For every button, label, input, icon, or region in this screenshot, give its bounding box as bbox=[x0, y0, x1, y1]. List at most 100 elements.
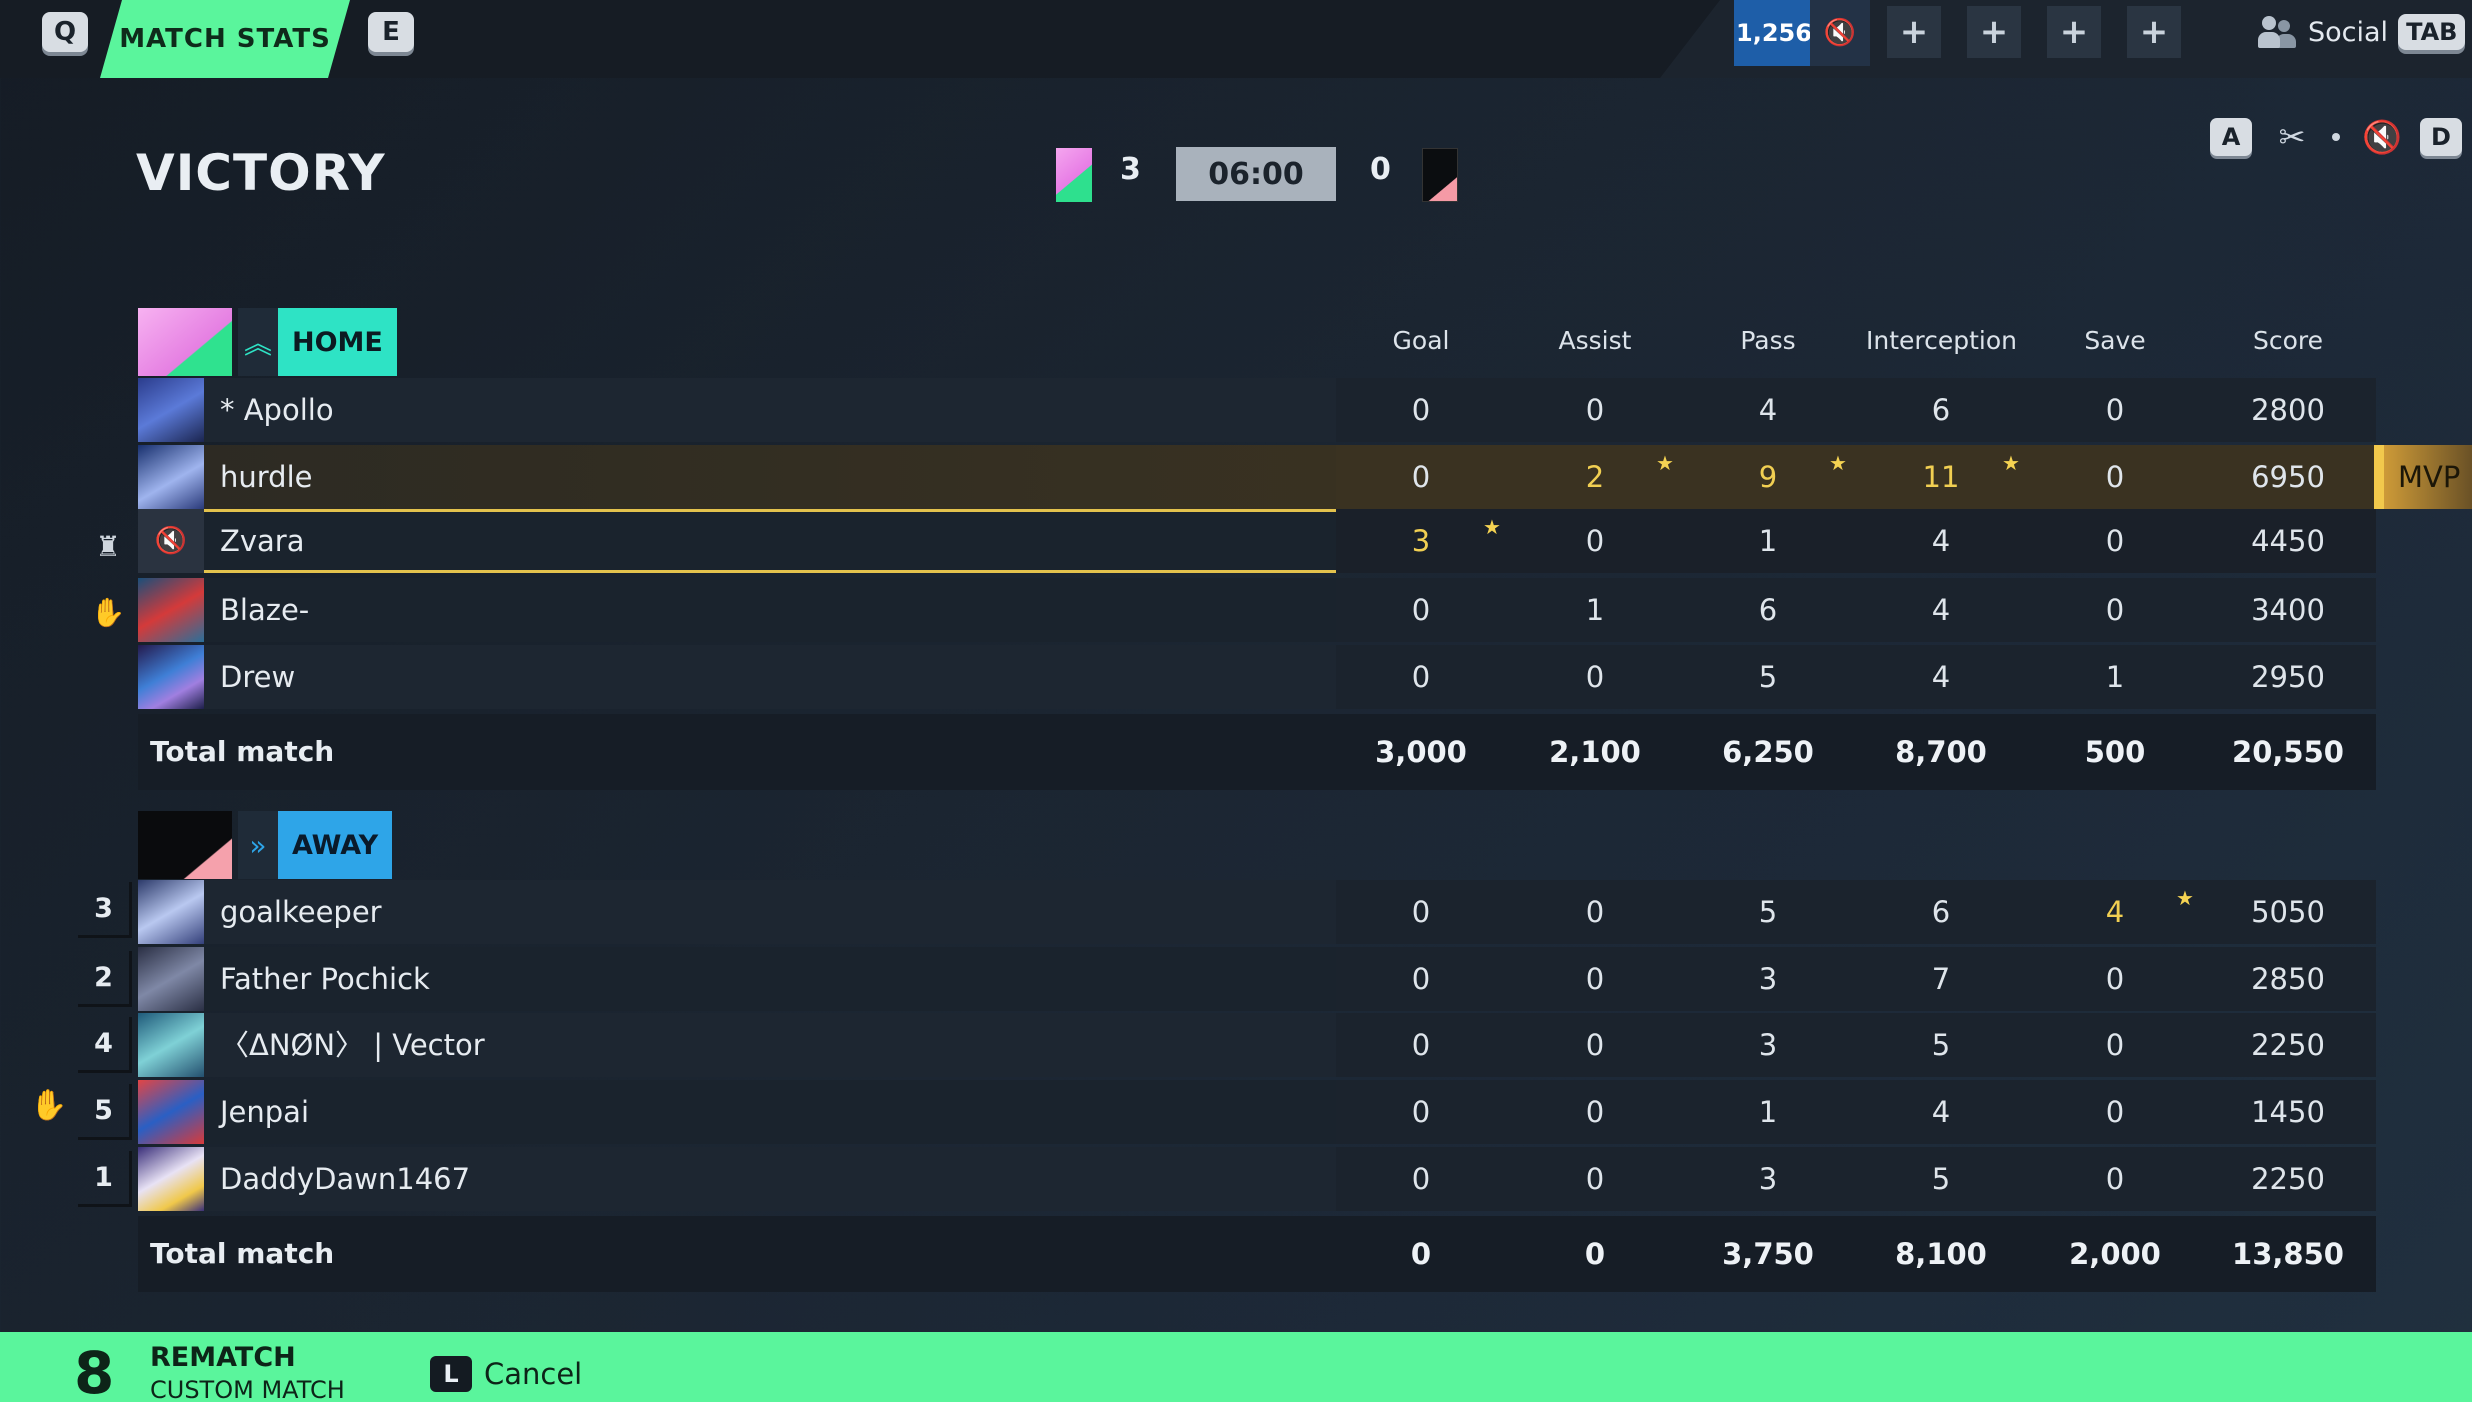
best-stat-star-icon: ★ bbox=[1656, 451, 1674, 475]
stat-score: 6950 bbox=[2251, 460, 2325, 494]
emote-icon: ✋ bbox=[90, 595, 126, 629]
stat-save: 0 bbox=[2105, 460, 2125, 494]
total-assist: 2,100 bbox=[1549, 735, 1641, 769]
table-row[interactable]: DaddyDawn1467 0 0 3 5 0 2250 bbox=[138, 1147, 2376, 1211]
total-save: 2,000 bbox=[2069, 1237, 2161, 1271]
tab-match-stats[interactable]: MATCH STATS bbox=[100, 0, 350, 78]
friends-icon bbox=[2258, 14, 2298, 50]
table-row[interactable]: * Apollo 0 0 4 6 0 2800 bbox=[138, 378, 2376, 442]
table-row-self[interactable]: 🔇 Zvara 3 ★ 0 1 4 0 4450 bbox=[138, 509, 2376, 573]
stat-score: 2800 bbox=[2251, 393, 2325, 427]
stat-pass: 5 bbox=[1758, 660, 1778, 694]
stat-save: 4 bbox=[2105, 895, 2125, 929]
best-stat-star-icon: ★ bbox=[1483, 515, 1501, 539]
emote-icon: ✋ bbox=[30, 1088, 68, 1123]
party-slot-1-button[interactable]: + bbox=[1887, 6, 1941, 58]
cancel-label: Cancel bbox=[484, 1357, 583, 1391]
party-slot-3-button[interactable]: + bbox=[2047, 6, 2101, 58]
stat-score: 2250 bbox=[2251, 1028, 2325, 1062]
away-team-header: » AWAY bbox=[138, 811, 393, 879]
next-control-key[interactable]: D bbox=[2420, 118, 2462, 156]
stat-interception: 4 bbox=[1931, 593, 1951, 627]
player-rank: 5 bbox=[78, 1084, 132, 1140]
stat-interception: 5 bbox=[1931, 1162, 1951, 1196]
home-score: 3 bbox=[1120, 152, 1141, 187]
mic-off-icon[interactable]: ✂ bbox=[2274, 118, 2310, 156]
best-stat-star-icon: ★ bbox=[2002, 451, 2020, 475]
total-assist: 0 bbox=[1584, 1237, 1606, 1271]
total-label: Total match bbox=[150, 1237, 335, 1270]
away-team-name: AWAY bbox=[278, 811, 393, 879]
home-team-name: HOME bbox=[278, 308, 397, 376]
stat-goal: 0 bbox=[1411, 660, 1431, 694]
currency-value: 1,256 bbox=[1736, 19, 1812, 47]
away-total-row: Total match 0 0 3,750 8,100 2,000 13,850 bbox=[138, 1216, 2376, 1292]
stat-interception: 4 bbox=[1931, 524, 1951, 558]
player-avatar bbox=[138, 947, 204, 1011]
player-name: 〈ΔNØN〉 | Vector bbox=[220, 1028, 485, 1062]
stat-pass: 6 bbox=[1758, 593, 1778, 627]
stat-save: 0 bbox=[2105, 393, 2125, 427]
table-row[interactable]: Jenpai 0 0 1 4 0 1450 bbox=[138, 1080, 2376, 1144]
stat-pass: 9 bbox=[1758, 460, 1778, 494]
stat-goal: 0 bbox=[1411, 1162, 1431, 1196]
stat-interception: 4 bbox=[1931, 660, 1951, 694]
away-chevron-icon: » bbox=[238, 811, 278, 879]
table-row[interactable]: 〈ΔNØN〉 | Vector 0 0 3 5 0 2250 bbox=[138, 1013, 2376, 1077]
total-score: 20,550 bbox=[2232, 735, 2344, 769]
social-button[interactable]: Social TAB bbox=[2258, 12, 2466, 52]
total-goal: 3,000 bbox=[1375, 735, 1467, 769]
separator-dot bbox=[2332, 133, 2340, 141]
column-save: Save bbox=[2084, 326, 2146, 355]
away-team-flag bbox=[1422, 148, 1458, 202]
table-row[interactable]: Drew 0 0 5 4 1 2950 bbox=[138, 645, 2376, 709]
player-avatar bbox=[138, 445, 204, 509]
player-name: Zvara bbox=[220, 524, 305, 558]
rematch-button[interactable]: REMATCH bbox=[150, 1342, 296, 1374]
stat-pass: 3 bbox=[1758, 962, 1778, 996]
player-avatar bbox=[138, 1013, 204, 1077]
player-name: Jenpai bbox=[220, 1095, 310, 1129]
column-interception: Interception bbox=[1866, 326, 2018, 355]
cancel-button[interactable]: L Cancel bbox=[430, 1356, 582, 1392]
best-stat-star-icon: ★ bbox=[1829, 451, 1847, 475]
bottom-action-bar bbox=[0, 1332, 2472, 1402]
stat-save: 0 bbox=[2105, 962, 2125, 996]
speaker-muted-icon[interactable]: 🔇 bbox=[2362, 118, 2402, 156]
home-team-header: ︽ HOME bbox=[138, 308, 397, 376]
player-avatar bbox=[138, 1147, 204, 1211]
next-tab-key[interactable]: E bbox=[368, 12, 414, 52]
stat-assist: 0 bbox=[1585, 524, 1605, 558]
total-save: 500 bbox=[2084, 735, 2146, 769]
home-total-row: Total match 3,000 2,100 6,250 8,700 500 … bbox=[138, 714, 2376, 790]
table-row[interactable]: goalkeeper 0 0 5 6 4 ★ 5050 bbox=[138, 880, 2376, 944]
stat-save: 0 bbox=[2105, 593, 2125, 627]
match-result-title: VICTORY bbox=[136, 144, 386, 202]
stat-interception: 11 bbox=[1922, 460, 1960, 494]
player-name: Drew bbox=[220, 660, 296, 694]
prev-tab-key[interactable]: Q bbox=[42, 12, 88, 52]
party-slot-2-button[interactable]: + bbox=[1967, 6, 2021, 58]
match-timer: 06:00 bbox=[1176, 147, 1336, 201]
stat-assist: 0 bbox=[1585, 1162, 1605, 1196]
stat-save: 0 bbox=[2105, 1162, 2125, 1196]
cancel-key: L bbox=[430, 1356, 472, 1392]
stat-assist: 0 bbox=[1585, 1028, 1605, 1062]
stat-assist: 2 bbox=[1585, 460, 1605, 494]
stat-score: 3400 bbox=[2251, 593, 2325, 627]
stat-pass: 5 bbox=[1758, 895, 1778, 929]
table-row-mvp[interactable]: hurdle 0 2 ★ 9 ★ 11 ★ 0 6950 bbox=[138, 445, 2376, 509]
table-row[interactable]: Blaze- 0 1 6 4 0 3400 bbox=[138, 578, 2376, 642]
stat-assist: 0 bbox=[1585, 1095, 1605, 1129]
player-name: goalkeeper bbox=[220, 895, 382, 929]
table-row[interactable]: Father Pochick 0 0 3 7 0 2850 bbox=[138, 947, 2376, 1011]
total-pass: 3,750 bbox=[1722, 1237, 1814, 1271]
total-interception: 8,700 bbox=[1895, 735, 1987, 769]
prev-control-key[interactable]: A bbox=[2210, 118, 2252, 156]
total-score: 13,850 bbox=[2232, 1237, 2344, 1271]
stat-pass: 4 bbox=[1758, 393, 1778, 427]
player-rank: 1 bbox=[78, 1151, 132, 1207]
stat-score: 1450 bbox=[2251, 1095, 2325, 1129]
party-slot-4-button[interactable]: + bbox=[2127, 6, 2181, 58]
stat-pass: 3 bbox=[1758, 1028, 1778, 1062]
